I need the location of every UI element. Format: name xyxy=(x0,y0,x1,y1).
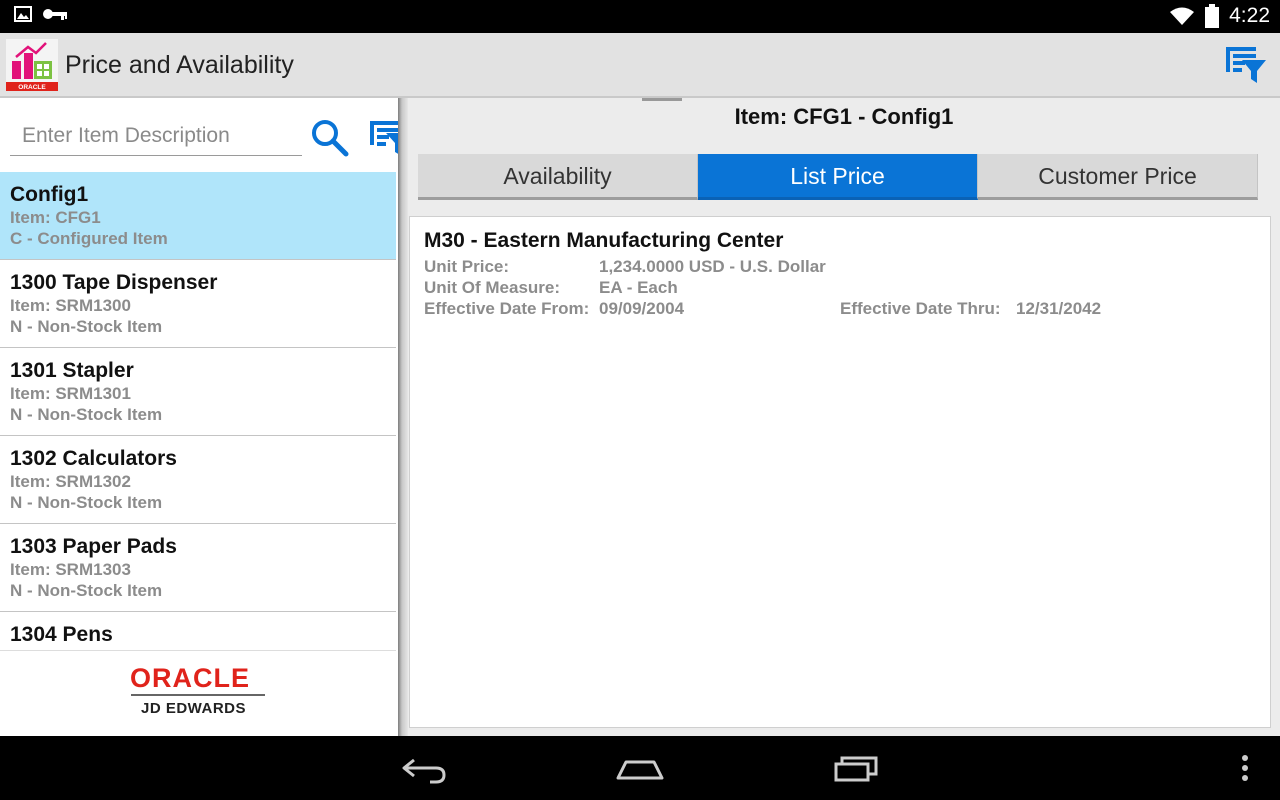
action-bar: ORACLE Price and Availability xyxy=(0,33,1280,98)
jd-edwards-wordmark: JD EDWARDS xyxy=(141,700,247,717)
detail-pane: Item: CFG1 - Config1 Availability List P… xyxy=(408,98,1280,736)
item-number: Item: SRM1302 xyxy=(10,472,131,491)
list-item[interactable]: 1304 Pens xyxy=(0,612,396,650)
status-bar: 4:22 xyxy=(0,0,1280,33)
unit-price-label: Unit Price: xyxy=(424,257,510,276)
item-name: 1303 Paper Pads xyxy=(10,535,177,558)
item-list: Config1 Item: CFG1 C - Configured Item 1… xyxy=(0,172,396,650)
effective-thru-value: 12/31/2042 xyxy=(1016,299,1102,318)
page-title: Price and Availability xyxy=(65,51,294,79)
back-icon[interactable] xyxy=(400,750,450,784)
list-item[interactable]: 1303 Paper Pads Item: SRM1303 N - Non-St… xyxy=(0,524,396,612)
filter-list-icon[interactable] xyxy=(1224,43,1268,87)
uom-value: EA - Each xyxy=(599,278,678,297)
navigation-bar xyxy=(0,736,1280,800)
item-number: Item: SRM1301 xyxy=(10,384,131,403)
list-item[interactable]: 1301 Stapler Item: SRM1301 N - Non-Stock… xyxy=(0,348,396,436)
recent-apps-icon[interactable] xyxy=(832,750,882,784)
search-icon[interactable] xyxy=(310,118,350,158)
item-name: Config1 xyxy=(10,183,89,206)
svg-text:ORACLE: ORACLE xyxy=(18,84,46,91)
tab-availability[interactable]: Availability xyxy=(418,154,698,200)
clock: 4:22 xyxy=(1229,4,1270,27)
item-name: 1304 Pens xyxy=(10,623,113,646)
effective-thru-label: Effective Date Thru: xyxy=(840,299,1001,318)
item-header: Item: CFG1 - Config1 xyxy=(734,104,954,129)
home-icon[interactable] xyxy=(614,750,666,784)
item-name: 1302 Calculators xyxy=(10,447,177,470)
oracle-wordmark: ORACLE xyxy=(130,663,250,693)
item-name: 1300 Tape Dispenser xyxy=(10,271,218,294)
price-detail-card: M30 - Eastern Manufacturing Center Unit … xyxy=(409,216,1271,728)
list-item[interactable]: 1300 Tape Dispenser Item: SRM1300 N - No… xyxy=(0,260,396,348)
item-list-pane: Config1 Item: CFG1 C - Configured Item 1… xyxy=(0,98,404,736)
unit-price-value: 1,234.0000 USD - U.S. Dollar xyxy=(599,257,826,276)
logo-divider xyxy=(131,694,265,696)
battery-icon xyxy=(1205,4,1220,28)
tab-list-price[interactable]: List Price xyxy=(698,154,978,200)
item-type: N - Non-Stock Item xyxy=(10,581,163,600)
drag-handle[interactable] xyxy=(642,98,682,101)
item-number: Item: CFG1 xyxy=(10,208,101,227)
tab-customer-price[interactable]: Customer Price xyxy=(978,154,1258,200)
list-item[interactable]: 1302 Calculators Item: SRM1302 N - Non-S… xyxy=(0,436,396,524)
image-icon xyxy=(14,6,32,22)
oracle-jde-logo: ORACLE JD EDWARDS xyxy=(0,650,396,736)
item-type: N - Non-Stock Item xyxy=(10,317,163,336)
item-type: C - Configured Item xyxy=(10,229,168,248)
item-number: Item: SRM1300 xyxy=(10,296,131,315)
effective-from-value: 09/09/2004 xyxy=(599,299,685,318)
item-type: N - Non-Stock Item xyxy=(10,405,163,424)
pane-divider[interactable] xyxy=(398,98,408,736)
tab-bar: Availability List Price Customer Price xyxy=(418,154,1258,200)
branch-title: M30 - Eastern Manufacturing Center xyxy=(424,229,784,252)
effective-from-label: Effective Date From: xyxy=(424,299,590,318)
search-row xyxy=(0,98,404,172)
search-input[interactable] xyxy=(10,116,302,156)
item-type: N - Non-Stock Item xyxy=(10,493,163,512)
list-item[interactable]: Config1 Item: CFG1 C - Configured Item xyxy=(0,172,396,260)
jde-oracle-app-icon[interactable]: ORACLE xyxy=(6,39,58,91)
key-icon xyxy=(43,9,67,20)
item-number: Item: SRM1303 xyxy=(10,560,131,579)
item-name: 1301 Stapler xyxy=(10,359,134,382)
wifi-icon xyxy=(1170,7,1195,25)
uom-label: Unit Of Measure: xyxy=(424,278,561,297)
overflow-menu-icon[interactable] xyxy=(1238,754,1252,784)
